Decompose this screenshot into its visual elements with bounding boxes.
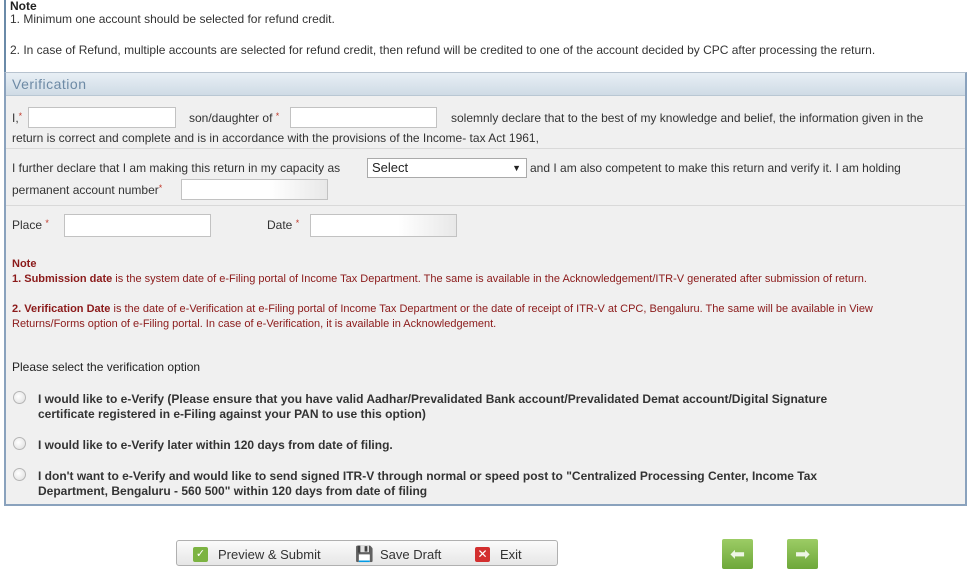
place-date-row: Place * Date * (6, 206, 965, 246)
pan-label: permanent account number* (12, 183, 163, 197)
verification-note-item-2-cont: Returns/Forms option of e-Filing portal.… (12, 318, 497, 330)
option-e-verify-label[interactable]: I would like to e-Verify (Please ensure … (38, 392, 827, 422)
name-input[interactable] (28, 107, 176, 128)
save-icon: 💾 (355, 545, 374, 563)
place-input[interactable] (64, 214, 211, 237)
exit-button[interactable]: ✕ Exit (475, 544, 522, 564)
refund-note-line-2: 2. In case of Refund, multiple accounts … (10, 43, 876, 57)
option-e-verify-radio[interactable] (13, 391, 26, 404)
save-draft-button[interactable]: 💾 Save Draft (355, 544, 441, 564)
refund-note: Note 1. Minimum one account should be se… (4, 0, 971, 72)
verification-note-item-2: 2. Verification Date is the date of e-Ve… (12, 303, 873, 315)
declaration-text-1: solemnly declare that to the best of my … (451, 111, 924, 125)
parent-name-input[interactable] (290, 107, 437, 128)
preview-submit-button[interactable]: ✓ Preview & Submit (193, 544, 321, 564)
pan-input[interactable] (181, 179, 328, 200)
chevron-down-icon: ▼ (512, 163, 521, 173)
verification-note-title: Note (12, 258, 37, 270)
arrow-right-icon: ➡ (794, 544, 811, 564)
verification-options-title: Please select the verification option (12, 360, 201, 374)
capacity-row: I further declare that I am making this … (6, 149, 965, 206)
place-label: Place * (12, 218, 49, 232)
refund-note-line-1: 1. Minimum one account should be selecte… (10, 12, 335, 26)
arrow-left-icon: ⬅ (729, 544, 746, 564)
verification-panel: Verification I,* son/daughter of * solem… (4, 72, 967, 506)
date-label: Date * (267, 218, 300, 232)
date-input[interactable] (310, 214, 457, 237)
option-e-verify-later-radio[interactable] (13, 437, 26, 450)
previous-page-button[interactable]: ⬅ (722, 539, 753, 569)
declaration-text-2: return is correct and complete and is in… (12, 131, 539, 145)
declaration-row: I,* son/daughter of * solemnly declare t… (6, 96, 965, 149)
capacity-select[interactable]: Select ▼ (367, 158, 527, 178)
checkmark-icon: ✓ (193, 546, 208, 562)
option-itrv-post-radio[interactable] (13, 468, 26, 481)
verification-header: Verification (6, 73, 965, 96)
close-icon: ✕ (475, 546, 490, 562)
verification-note-item-1: 1. Submission date is the system date of… (12, 273, 867, 285)
next-page-button[interactable]: ➡ (787, 539, 818, 569)
son-daughter-label: son/daughter of * (189, 111, 280, 125)
i-label: I,* (12, 111, 23, 125)
option-itrv-post-label[interactable]: I don't want to e-Verify and would like … (38, 469, 817, 499)
capacity-text-after: and I am also competent to make this ret… (530, 161, 901, 175)
capacity-text: I further declare that I am making this … (12, 161, 341, 175)
action-toolbar: ✓ Preview & Submit 💾 Save Draft ✕ Exit (176, 540, 558, 566)
option-e-verify-later-label[interactable]: I would like to e-Verify later within 12… (38, 438, 393, 453)
